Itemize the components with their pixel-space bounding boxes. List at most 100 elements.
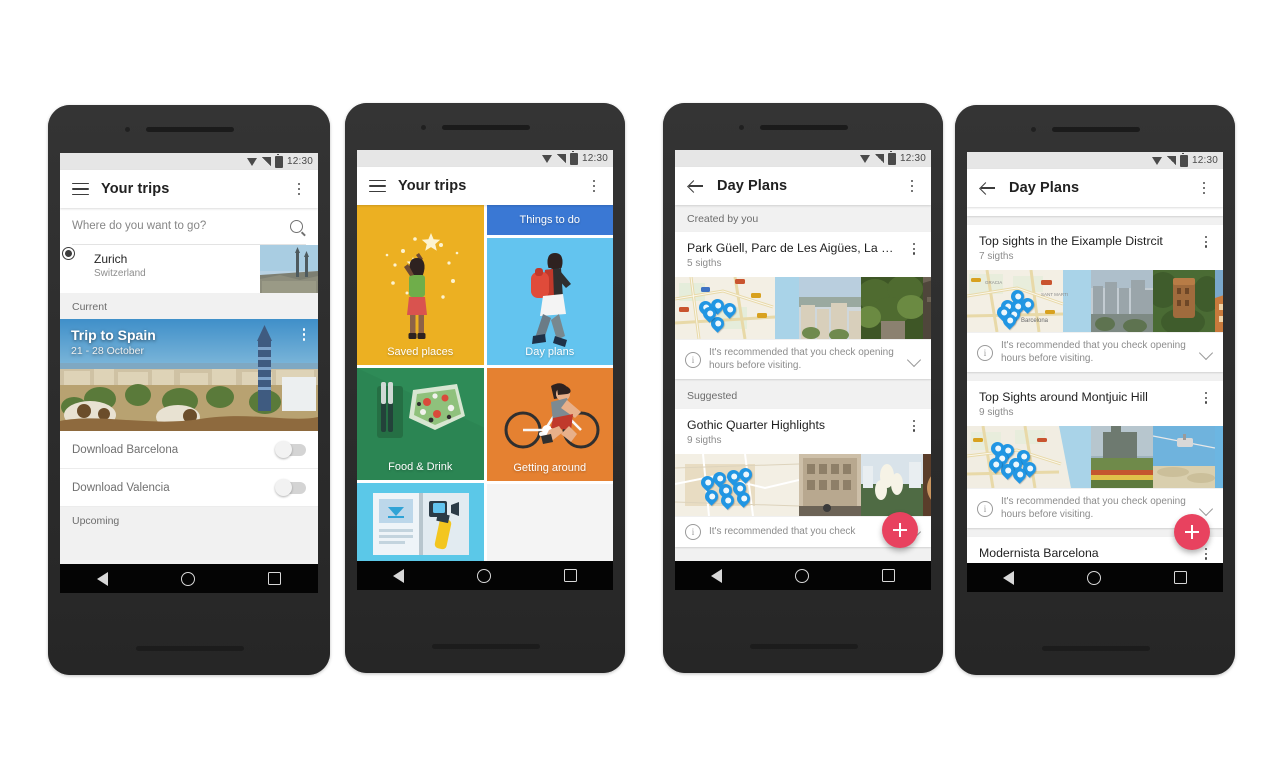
- card-header: Gothic Quarter Highlights 9 sigths: [675, 409, 931, 454]
- partial-card-above: [967, 207, 1223, 216]
- card-kebab-icon[interactable]: [906, 420, 922, 432]
- svg-text:GRACIA: GRACIA: [985, 280, 1002, 285]
- tile-getting-around[interactable]: Getting around: [486, 368, 613, 481]
- photo-thumbnail[interactable]: [1152, 426, 1216, 488]
- tile-label: Things to do: [519, 214, 581, 226]
- nav-recents-icon[interactable]: [881, 569, 895, 582]
- phone-3-screen: 12:30 Day Plans Created by you Park Güel…: [675, 150, 931, 590]
- card-kebab-icon[interactable]: [1198, 236, 1214, 248]
- nav-recents-icon[interactable]: [268, 572, 282, 585]
- map-thumbnail[interactable]: [675, 454, 799, 516]
- download-row-barcelona[interactable]: Download Barcelona: [60, 431, 318, 469]
- kebab-icon[interactable]: [904, 179, 920, 193]
- status-bar: 12:30: [357, 150, 613, 167]
- chevron-down-icon[interactable]: [1198, 501, 1214, 516]
- search-card: Where do you want to go?: [60, 208, 318, 245]
- nav-back-icon[interactable]: [393, 568, 405, 583]
- suggestion-row-zurich[interactable]: Zurich Switzerland: [60, 245, 318, 293]
- photo-thumbnail[interactable]: [1147, 270, 1221, 336]
- search-input[interactable]: Where do you want to go?: [72, 208, 306, 245]
- photo-thumbnail[interactable]: [861, 454, 923, 516]
- card-kebab-icon[interactable]: [1198, 392, 1214, 404]
- chevron-down-icon[interactable]: [1198, 345, 1214, 360]
- bottom-mic-slot: [136, 646, 244, 651]
- card-media-strip: [967, 426, 1223, 488]
- phone-3-nav-bar: [675, 561, 931, 590]
- add-day-plan-fab[interactable]: [882, 512, 918, 548]
- photo-thumbnail[interactable]: [857, 275, 925, 339]
- trip-card[interactable]: Trip to Spain 21 - 28 October: [60, 319, 318, 431]
- chevron-down-icon[interactable]: [906, 352, 922, 367]
- wifi-icon: [1151, 156, 1163, 165]
- card-header: Top sights in the Eixample Distrcit 7 si…: [967, 225, 1223, 270]
- trip-kebab-icon[interactable]: [296, 328, 312, 341]
- kebab-icon[interactable]: [586, 179, 602, 193]
- note-text: It's recommended that you check opening …: [1001, 496, 1186, 520]
- nav-recents-icon[interactable]: [1173, 571, 1187, 584]
- back-arrow-icon[interactable]: [979, 179, 997, 197]
- front-camera: [1031, 127, 1036, 132]
- nav-back-icon[interactable]: [711, 568, 723, 583]
- photo-thumbnail[interactable]: [799, 454, 861, 516]
- tile-label: Day plans: [525, 346, 575, 358]
- photo-thumbnail[interactable]: [1215, 270, 1223, 332]
- phone-4-nav-bar: [967, 563, 1223, 592]
- day-plans-list[interactable]: Created by you Park Güell, Parc de Les A…: [675, 205, 931, 561]
- tile-saved-places[interactable]: Saved places: [357, 205, 484, 365]
- tile-things-to-do[interactable]: Things to do: [486, 205, 613, 235]
- earpiece-speaker: [146, 127, 234, 132]
- phone-1-screen: 12:30 Your trips Where do you want to go…: [60, 153, 318, 593]
- hamburger-icon[interactable]: [72, 182, 89, 196]
- tile-book[interactable]: [357, 483, 484, 561]
- card-footer-note[interactable]: It's recommended that you check opening …: [967, 332, 1223, 372]
- map-thumbnail[interactable]: [967, 426, 1091, 488]
- photo-thumbnail[interactable]: [923, 277, 931, 339]
- status-clock: 12:30: [286, 155, 313, 167]
- signal-icon: [874, 154, 884, 163]
- card-footer-note[interactable]: It's recommended that you check opening …: [675, 339, 931, 379]
- section-upcoming: Upcoming: [60, 507, 318, 533]
- phone-4: 12:30 Day Plans Top sights in the Eixamp…: [955, 105, 1235, 675]
- tile-day-plans[interactable]: Day plans: [486, 238, 613, 365]
- day-plan-card[interactable]: Top sights in the Eixample Distrcit 7 si…: [967, 225, 1223, 372]
- wifi-icon: [541, 154, 553, 163]
- add-day-plan-fab[interactable]: [1174, 514, 1210, 550]
- nav-back-icon[interactable]: [1003, 570, 1015, 585]
- download-row-valencia[interactable]: Download Valencia: [60, 469, 318, 507]
- tile-food-and-drink[interactable]: Food & Drink: [357, 368, 484, 480]
- svg-text:SANT MARTI: SANT MARTI: [1041, 292, 1068, 297]
- nav-home-icon[interactable]: [476, 568, 491, 583]
- photo-thumbnail[interactable]: [799, 277, 861, 341]
- note-text: It's recommended that you check: [709, 525, 856, 537]
- search-icon[interactable]: [290, 219, 303, 233]
- nav-back-icon[interactable]: [96, 571, 108, 586]
- card-media-strip: [675, 454, 931, 516]
- day-plan-card[interactable]: Park Güell, Parc de Les Aigües, La Sa… 5…: [675, 232, 931, 379]
- day-plan-card[interactable]: Top Sights around Montjuic Hill 9 sigths: [967, 381, 1223, 528]
- nav-home-icon[interactable]: [1086, 570, 1101, 585]
- back-arrow-icon[interactable]: [687, 177, 705, 195]
- nav-home-icon[interactable]: [794, 568, 809, 583]
- nav-home-icon[interactable]: [180, 571, 195, 586]
- card-kebab-icon[interactable]: [1198, 548, 1214, 560]
- card-media-strip: Barcelona SANT MARTI GRACIA: [967, 270, 1223, 336]
- card-kebab-icon[interactable]: [906, 243, 922, 255]
- map-thumbnail[interactable]: [675, 277, 799, 339]
- photo-thumbnail[interactable]: [1091, 270, 1153, 333]
- info-icon: [685, 351, 701, 368]
- photo-thumbnail[interactable]: [923, 454, 931, 516]
- tile-label: Food & Drink: [388, 461, 453, 473]
- suggestion-country: Switzerland: [94, 268, 146, 279]
- page-title: Day Plans: [1009, 180, 1080, 196]
- nav-recents-icon[interactable]: [563, 569, 577, 582]
- download-toggle[interactable]: [275, 478, 306, 496]
- map-thumbnail[interactable]: Barcelona SANT MARTI GRACIA: [967, 270, 1091, 332]
- hamburger-icon[interactable]: [369, 179, 386, 193]
- kebab-icon[interactable]: [291, 182, 307, 196]
- phone-1: 12:30 Your trips Where do you want to go…: [48, 105, 330, 675]
- day-plans-list[interactable]: Top sights in the Eixample Distrcit 7 si…: [967, 207, 1223, 563]
- kebab-icon[interactable]: [1196, 181, 1212, 195]
- photo-thumbnail[interactable]: [1215, 426, 1223, 488]
- download-toggle[interactable]: [275, 440, 306, 458]
- photo-thumbnail[interactable]: [1091, 426, 1153, 488]
